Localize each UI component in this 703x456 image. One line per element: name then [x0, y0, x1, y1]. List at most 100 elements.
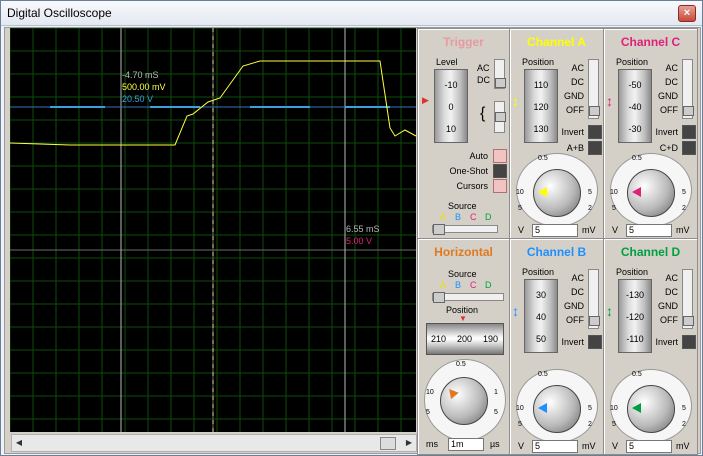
channel-d-panel: Channel D Position -130 -120 -110 ↕ AC D… — [603, 238, 698, 455]
volts-tick: 0.5 — [632, 371, 642, 378]
h-pos-tick: 200 — [457, 334, 473, 344]
volts-tick: 10 — [516, 405, 524, 412]
auto-button[interactable] — [493, 149, 507, 163]
volts-tick: 5 — [588, 189, 592, 196]
h-position-wheel[interactable]: 210 200 190 — [426, 323, 504, 355]
trigger-dc-label: DC — [477, 75, 490, 85]
channel-b-volts-field[interactable]: 5 — [532, 440, 578, 453]
channel-c-sum-button[interactable] — [682, 141, 696, 155]
volts-tick: 5 — [612, 205, 616, 212]
channel-c-coupling-slider[interactable] — [682, 59, 694, 119]
volts-tick: 10 — [516, 189, 524, 196]
channel-a-unit-right: mV — [582, 225, 596, 235]
oneshot-button[interactable] — [493, 164, 507, 178]
timebase-unit-right: µs — [490, 439, 500, 449]
channel-b-knob-marker-icon — [538, 403, 547, 413]
channel-d-unit-left: V — [612, 441, 619, 451]
h-source-a: A — [440, 280, 447, 290]
source-c: C — [470, 212, 477, 222]
oneshot-label: One-Shot — [449, 166, 488, 176]
volts-tick: 5 — [518, 205, 522, 212]
channel-b-invert-button[interactable] — [588, 335, 602, 349]
horizontal-panel: Horizontal Source A B C D Position ▼ 210… — [417, 238, 510, 455]
channel-a-invert-label: Invert — [561, 127, 584, 137]
channel-b-coupling-slider[interactable] — [588, 269, 600, 329]
cursor1-volt-a: 500.00 mV — [122, 82, 166, 92]
channel-a-sum-button[interactable] — [588, 141, 602, 155]
h-source-label: Source — [448, 269, 477, 279]
channel-a-unit-left: V — [518, 225, 525, 235]
channel-a-coupling-slider[interactable] — [588, 59, 600, 119]
volts-tick: 2 — [682, 205, 686, 212]
timebase-knob[interactable] — [440, 377, 488, 425]
edge-brace-icon: { — [480, 105, 486, 122]
channel-c-ac-label: AC — [665, 63, 678, 73]
timebase-tick: 1 — [494, 389, 498, 396]
scope-display[interactable]: -4.70 mS 500.00 mV 20.50 V 6.55 mS 5.00 … — [9, 27, 417, 432]
channel-c-volts-knob[interactable] — [627, 169, 675, 217]
timebase-value-field[interactable]: 1m — [448, 438, 484, 451]
channel-d-coupling-slider[interactable] — [682, 269, 694, 329]
channel-a-knob-marker-icon — [538, 187, 547, 197]
volts-tick: 5 — [518, 421, 522, 428]
channel-d-position-label: Position — [616, 267, 649, 277]
horizontal-scrollbar[interactable]: ◀ ▶ — [11, 434, 417, 452]
channel-b-off-label: OFF — [566, 315, 584, 325]
volts-tick: 10 — [610, 189, 618, 196]
channel-a-volts-field[interactable]: 5 — [532, 224, 578, 237]
close-button[interactable]: × — [678, 5, 696, 22]
channel-pos-tick: -50 — [628, 80, 642, 90]
cursors-button[interactable] — [493, 179, 507, 193]
channel-d-unit-right: mV — [676, 441, 690, 451]
channel-a-volts-knob[interactable] — [533, 169, 581, 217]
volts-tick: 0.5 — [538, 371, 548, 378]
h-position-pointer-icon: ▼ — [459, 314, 467, 323]
h-source-slider[interactable] — [432, 292, 504, 303]
scroll-right-icon[interactable]: ▶ — [402, 435, 416, 451]
volts-tick: 5 — [682, 405, 686, 412]
window-title: Digital Oscilloscope — [7, 6, 112, 20]
channel-pos-tick: -120 — [625, 312, 644, 322]
level-label: Level — [436, 57, 458, 67]
auto-label: Auto — [469, 151, 488, 161]
scroll-left-icon[interactable]: ◀ — [12, 435, 26, 451]
channel-d-off-label: OFF — [660, 315, 678, 325]
timebase-marker-icon — [445, 385, 459, 400]
trigger-coupling-slider[interactable] — [494, 59, 506, 89]
channel-d-dc-label: DC — [665, 287, 678, 297]
channel-d-knob-marker-icon — [632, 403, 641, 413]
trigger-level-wheel[interactable]: -10 0 10 — [434, 69, 468, 143]
scope-frame: -4.70 mS 500.00 mV 20.50 V 6.55 mS 5.00 … — [4, 27, 701, 455]
channel-pos-tick: 120 — [533, 102, 549, 112]
title-bar[interactable]: Digital Oscilloscope × — [1, 1, 702, 26]
timebase-tick: 5 — [426, 409, 430, 416]
channel-c-knob-marker-icon — [632, 187, 641, 197]
channel-c-panel: Channel C Position -50 -40 -30 ↕ AC DC G… — [603, 28, 698, 239]
channel-d-volts-knob[interactable] — [627, 385, 675, 433]
channel-d-invert-button[interactable] — [682, 335, 696, 349]
volts-tick: 2 — [588, 421, 592, 428]
channel-d-invert-label: Invert — [655, 337, 678, 347]
channel-a-ac-label: AC — [571, 63, 584, 73]
channel-d-ac-label: AC — [665, 273, 678, 283]
timebase-tick: 0.5 — [456, 361, 466, 368]
channel-b-unit-right: mV — [582, 441, 596, 451]
channel-c-invert-button[interactable] — [682, 125, 696, 139]
channel-b-volts-knob[interactable] — [533, 385, 581, 433]
horizontal-title: Horizontal — [434, 245, 493, 259]
channel-d-volts-field[interactable]: 5 — [626, 440, 672, 453]
channel-pos-tick: -40 — [628, 102, 642, 112]
channel-a-invert-button[interactable] — [588, 125, 602, 139]
channel-b-offset-arrow-icon: ↕ — [512, 303, 519, 319]
h-source-b: B — [455, 280, 462, 290]
h-pos-tick: 190 — [483, 334, 499, 344]
scroll-thumb[interactable] — [380, 437, 396, 450]
channel-d-offset-arrow-icon: ↕ — [606, 303, 613, 319]
channel-b-ac-label: AC — [571, 273, 584, 283]
channel-c-volts-field[interactable]: 5 — [626, 224, 672, 237]
level-tick: 0 — [448, 102, 454, 112]
trigger-edge-slider[interactable] — [494, 101, 506, 133]
h-source-d: D — [485, 280, 492, 290]
volts-tick: 5 — [612, 421, 616, 428]
trigger-source-slider[interactable] — [432, 224, 498, 235]
